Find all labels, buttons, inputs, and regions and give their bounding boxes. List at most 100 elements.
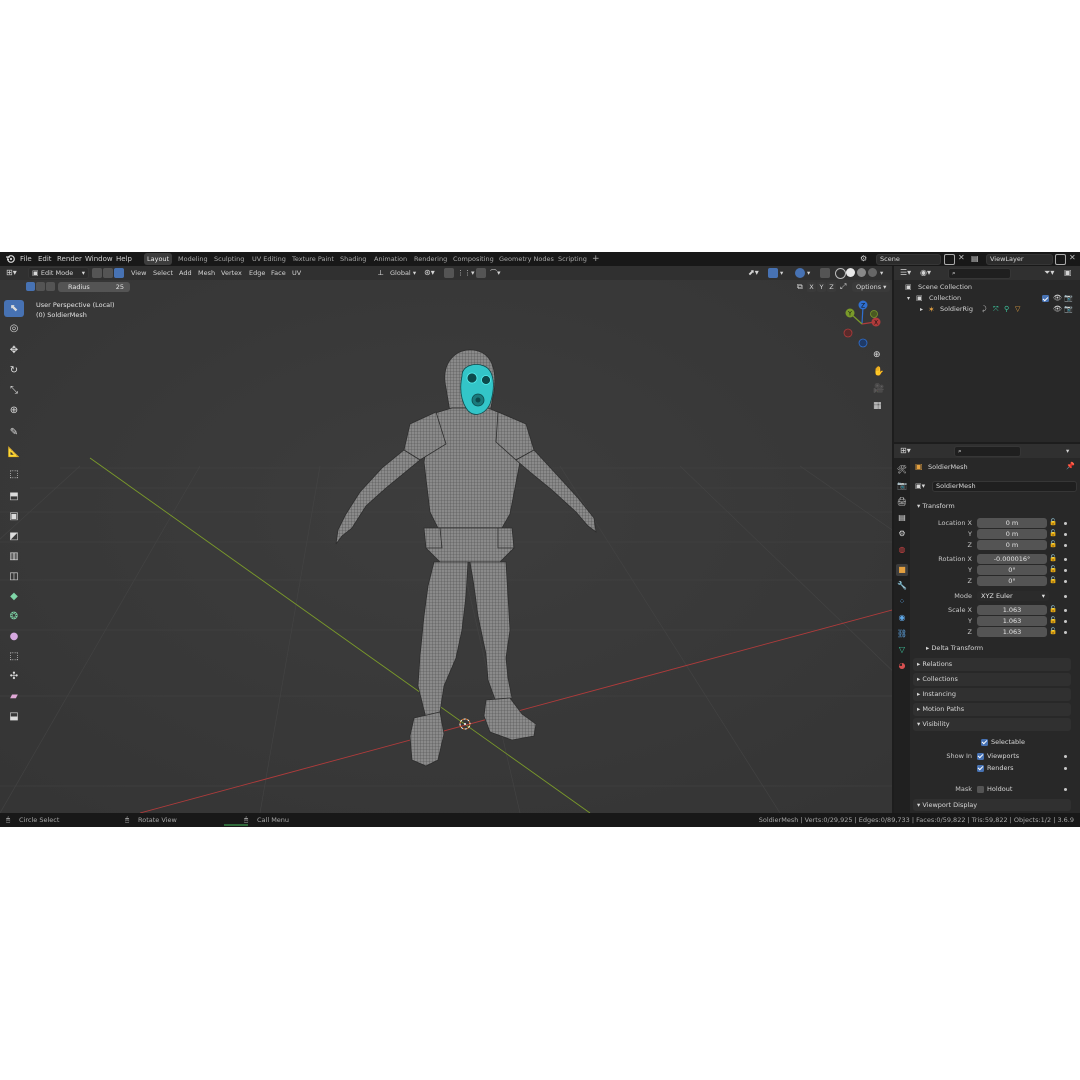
- scale-y-field[interactable]: 1.063: [977, 616, 1047, 626]
- lock-icon[interactable]: 🔓: [1049, 616, 1057, 624]
- lock-icon[interactable]: 🔓: [1049, 554, 1057, 562]
- keyframe-dot-icon[interactable]: [1064, 544, 1067, 547]
- menu-edit[interactable]: Edit: [38, 252, 52, 266]
- poly-build-tool-icon[interactable]: ◆: [4, 588, 24, 605]
- menu-help[interactable]: Help: [116, 252, 132, 266]
- relations-panel-header[interactable]: ▸ Relations: [913, 658, 1071, 671]
- keyframe-dot-icon[interactable]: [1064, 620, 1067, 623]
- selectable-checkbox[interactable]: Selectable: [981, 738, 1025, 746]
- menu-uv[interactable]: UV: [292, 267, 301, 279]
- cursor-tool-icon[interactable]: ◎: [4, 320, 24, 337]
- orientation-selector[interactable]: Global ▾: [390, 267, 416, 279]
- spin-tool-icon[interactable]: ❂: [4, 608, 24, 625]
- menu-vertex[interactable]: Vertex: [221, 267, 242, 279]
- properties-options-icon[interactable]: ▾: [1066, 445, 1069, 457]
- visibility-panel-header[interactable]: ▾ Visibility: [913, 718, 1071, 731]
- keyframe-dot-icon[interactable]: [1064, 595, 1067, 598]
- proportional-edit-icon[interactable]: [476, 268, 486, 278]
- wireframe-shading-icon[interactable]: [835, 268, 846, 279]
- delta-transform-panel-header[interactable]: ▸ Delta Transform: [922, 642, 1072, 655]
- rotation-z-field[interactable]: 0°: [977, 576, 1047, 586]
- expand-chevron-icon[interactable]: ▾: [907, 293, 910, 304]
- keyframe-dot-icon[interactable]: [1064, 631, 1067, 634]
- loop-cut-tool-icon[interactable]: ▥: [4, 548, 24, 565]
- keyframe-dot-icon[interactable]: [1064, 609, 1067, 612]
- hide-in-viewport-icon[interactable]: 👁: [1053, 304, 1062, 315]
- scale-z-field[interactable]: 1.063: [977, 627, 1047, 637]
- object-data-browse-icon[interactable]: ▣▾: [915, 482, 925, 490]
- view-layer-icon[interactable]: ▤: [971, 254, 979, 263]
- shading-menu-icon[interactable]: ▾: [880, 267, 883, 279]
- keyframe-dot-icon[interactable]: [1064, 788, 1067, 791]
- outliner-search-input[interactable]: ⌕: [948, 268, 1011, 279]
- properties-editor-icon[interactable]: ⊞▾: [900, 445, 911, 457]
- overlays-menu-icon[interactable]: ▾: [807, 267, 810, 279]
- close-scene-icon[interactable]: ✕: [958, 253, 965, 262]
- holdout-checkbox[interactable]: Holdout: [977, 785, 1012, 793]
- rendered-shading-icon[interactable]: [868, 268, 877, 277]
- display-mode-icon[interactable]: ◉▾: [920, 267, 931, 279]
- location-x-field[interactable]: 0 m: [977, 518, 1047, 528]
- overlays-toggle-icon[interactable]: [795, 268, 805, 278]
- falloff-icon[interactable]: ⌒▾: [490, 267, 501, 279]
- lock-icon[interactable]: 🔓: [1049, 518, 1057, 526]
- collection-exclude-checkbox[interactable]: [1042, 295, 1049, 302]
- collections-panel-header[interactable]: ▸ Collections: [913, 673, 1071, 686]
- keyframe-dot-icon[interactable]: [1064, 767, 1067, 770]
- selectability-icon[interactable]: ⬈▾: [748, 267, 759, 279]
- menu-render[interactable]: Render: [57, 252, 82, 266]
- material-shading-icon[interactable]: [857, 268, 866, 277]
- outliner-row-scene-collection[interactable]: ▣ Scene Collection: [894, 282, 1080, 293]
- instancing-panel-header[interactable]: ▸ Instancing: [913, 688, 1071, 701]
- expand-chevron-icon[interactable]: ▸: [920, 304, 923, 315]
- tab-uv-editing[interactable]: UV Editing: [249, 253, 289, 265]
- knife-tool-icon[interactable]: ◫: [4, 568, 24, 585]
- tab-sculpting[interactable]: Sculpting: [211, 253, 247, 265]
- lock-icon[interactable]: 🔓: [1049, 529, 1057, 537]
- scene-selector[interactable]: Scene: [876, 254, 941, 265]
- tab-layout[interactable]: Layout: [144, 253, 173, 265]
- face-select-icon[interactable]: [114, 268, 124, 278]
- tab-compositing[interactable]: Compositing: [450, 253, 497, 265]
- lock-icon[interactable]: 🔓: [1049, 627, 1057, 635]
- transform-tool-icon[interactable]: ⊕: [4, 402, 24, 419]
- rotate-tool-icon[interactable]: ↻: [4, 362, 24, 379]
- mode-selector[interactable]: ▣ Edit Mode ▾: [28, 267, 89, 279]
- pin-icon[interactable]: 📌: [1066, 462, 1075, 470]
- menu-view[interactable]: View: [131, 267, 146, 279]
- tab-scripting[interactable]: Scripting: [555, 253, 590, 265]
- rip-tool-icon[interactable]: ⬓: [4, 708, 24, 725]
- lock-icon[interactable]: 🔓: [1049, 540, 1057, 548]
- keyframe-dot-icon[interactable]: [1064, 569, 1067, 572]
- snap-options-icon[interactable]: ⋮⋮▾: [457, 267, 475, 279]
- extrude-tool-icon[interactable]: ⬒: [4, 488, 24, 505]
- new-view-layer-icon[interactable]: [1055, 254, 1066, 265]
- view-layer-selector[interactable]: ViewLayer: [986, 254, 1053, 265]
- disable-render-icon[interactable]: 📷: [1064, 304, 1073, 315]
- radius-field[interactable]: Radius 25: [58, 282, 130, 292]
- pivot-point-icon[interactable]: ⊛▾: [424, 267, 435, 279]
- rotation-x-field[interactable]: -0.000016°: [977, 554, 1047, 564]
- lock-icon[interactable]: 🔓: [1049, 576, 1057, 584]
- filter-icon[interactable]: ⏷▾: [1044, 267, 1054, 279]
- editor-type-icon[interactable]: ⊞▾: [6, 267, 17, 279]
- location-y-field[interactable]: 0 m: [977, 529, 1047, 539]
- new-scene-icon[interactable]: [944, 254, 955, 265]
- keyframe-dot-icon[interactable]: [1064, 533, 1067, 536]
- menu-window[interactable]: Window: [85, 252, 113, 266]
- select-subtract-icon[interactable]: [46, 282, 55, 291]
- smooth-tool-icon[interactable]: ●: [4, 628, 24, 645]
- camera-view-icon[interactable]: 🎥: [873, 384, 884, 394]
- lock-icon[interactable]: 🔓: [1049, 565, 1057, 573]
- vertex-select-icon[interactable]: [92, 268, 102, 278]
- material-tab-icon[interactable]: ◕: [896, 660, 908, 672]
- output-tab-icon[interactable]: 🖨: [896, 496, 908, 508]
- location-z-field[interactable]: 0 m: [977, 540, 1047, 550]
- shear-tool-icon[interactable]: ▰: [4, 688, 24, 705]
- close-view-layer-icon[interactable]: ✕: [1069, 253, 1076, 262]
- select-new-icon[interactable]: [26, 282, 35, 291]
- keyframe-dot-icon[interactable]: [1064, 580, 1067, 583]
- menu-edge[interactable]: Edge: [249, 267, 265, 279]
- scale-tool-icon[interactable]: ⤡: [4, 382, 24, 399]
- pan-hand-icon[interactable]: ✋: [873, 367, 884, 377]
